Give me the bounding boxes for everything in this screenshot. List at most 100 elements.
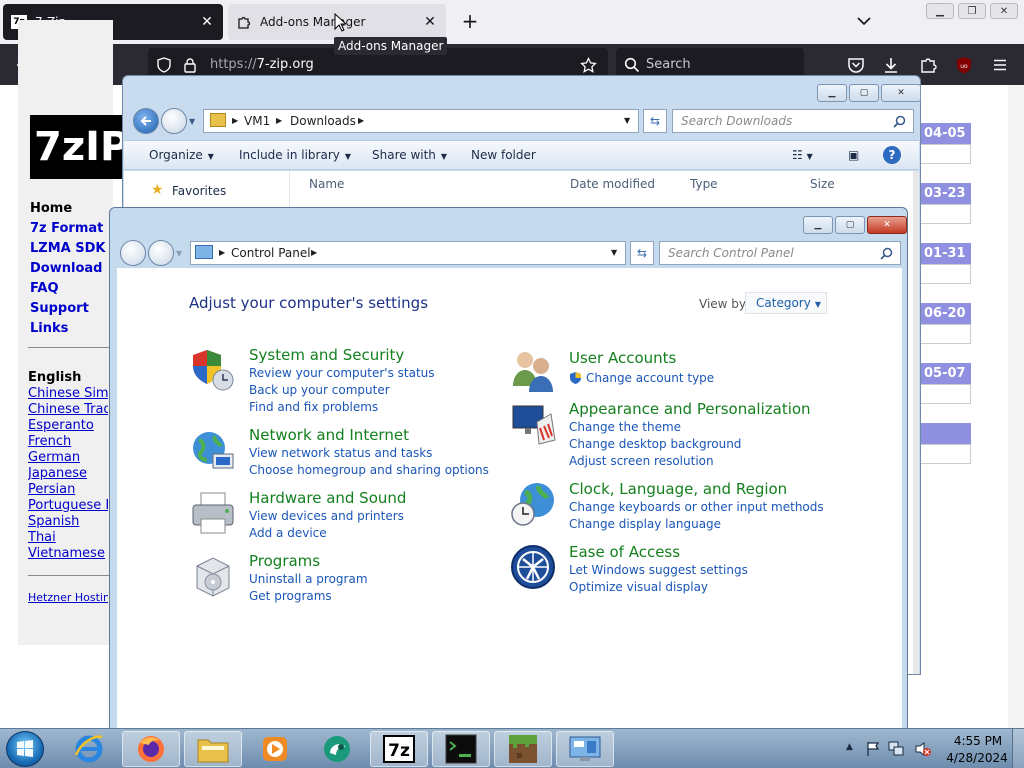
appearance-personalization-link[interactable]: Appearance and Personalization [569, 400, 811, 418]
show-desktop-button[interactable] [1012, 729, 1024, 768]
nav-link-faq[interactable]: FAQ [30, 281, 59, 296]
taskbar-7zip[interactable]: 7z [370, 731, 428, 767]
find-fix-problems-link[interactable]: Find and fix problems [249, 400, 378, 414]
address-bar[interactable]: ▶ VM1 ▶ Downloads ▶ ▼ [203, 109, 639, 133]
change-view-icon[interactable]: ☷ ▼ [792, 148, 813, 162]
language-link[interactable]: French [28, 434, 108, 449]
page-scrollbar[interactable] [1008, 85, 1024, 728]
organize-menu[interactable]: Organize ▼ [149, 148, 214, 162]
chevron-down-icon[interactable]: ▼ [624, 110, 630, 132]
nav-link-lzma-sdk[interactable]: LZMA SDK [30, 241, 105, 256]
minimize-button[interactable]: ▁ [803, 216, 833, 234]
start-button[interactable] [6, 731, 44, 767]
taskbar-windows-explorer[interactable] [184, 731, 242, 767]
suggest-settings-link[interactable]: Let Windows suggest settings [569, 563, 748, 577]
nav-link-links[interactable]: Links [30, 321, 68, 336]
search-control-panel-input[interactable]: Search Control Panel [659, 241, 901, 265]
screen-resolution-link[interactable]: Adjust screen resolution [569, 454, 714, 468]
minimize-button[interactable]: ▁ [926, 3, 954, 19]
taskbar-terminal[interactable] [432, 731, 490, 767]
nav-link-7z-format[interactable]: 7z Format [30, 221, 103, 236]
nav-link-support[interactable]: Support [30, 301, 89, 316]
recent-pages-icon[interactable]: ▼ [189, 117, 195, 126]
language-link[interactable]: Chinese Trad [28, 402, 108, 417]
taskbar-media-player[interactable] [246, 731, 304, 767]
column-header-size[interactable]: Size [810, 177, 835, 191]
close-button[interactable]: ✕ [881, 84, 921, 102]
language-link[interactable]: Spanish [28, 514, 108, 529]
optimize-visual-display-link[interactable]: Optimize visual display [569, 580, 708, 594]
network-and-internet-link[interactable]: Network and Internet [249, 426, 409, 444]
hardware-and-sound-link[interactable]: Hardware and Sound [249, 489, 406, 507]
change-background-link[interactable]: Change desktop background [569, 437, 741, 451]
refresh-button[interactable]: ⇆ [643, 109, 667, 133]
restore-button[interactable]: ❐ [958, 3, 986, 19]
change-keyboards-link[interactable]: Change keyboards or other input methods [569, 500, 824, 514]
volume-muted-icon[interactable] [914, 741, 932, 757]
change-account-type-link[interactable]: Change account type [586, 371, 714, 385]
breadcrumb-downloads[interactable]: Downloads [290, 110, 356, 132]
favorites-item[interactable]: Favorites [172, 184, 226, 198]
ublock-button[interactable]: uo [951, 52, 977, 78]
add-device-link[interactable]: Add a device [249, 526, 327, 540]
preview-pane-icon[interactable]: ▣ [848, 148, 859, 162]
language-link[interactable]: Japanese [28, 466, 108, 481]
breadcrumb-vm1[interactable]: VM1 [244, 110, 270, 132]
back-button[interactable] [120, 240, 146, 266]
ease-of-access-link[interactable]: Ease of Access [569, 543, 680, 561]
explorer-scrollbar[interactable] [913, 171, 919, 674]
nav-link-download[interactable]: Download [30, 261, 102, 276]
back-up-link[interactable]: Back up your computer [249, 383, 390, 397]
network-icon[interactable] [888, 741, 904, 757]
change-display-language-link[interactable]: Change display language [569, 517, 721, 531]
refresh-button[interactable]: ⇆ [630, 241, 654, 265]
clock-time[interactable]: 4:55 PM [950, 734, 1006, 748]
column-header-date-modified[interactable]: Date modified [570, 177, 655, 191]
maximize-button[interactable]: ▢ [849, 84, 879, 102]
language-link[interactable]: Vietnamese [28, 546, 108, 561]
new-tab-button[interactable]: + [459, 10, 481, 32]
breadcrumb-control-panel[interactable]: Control Panel [231, 242, 311, 264]
column-header-name[interactable]: Name [309, 177, 344, 191]
include-in-library-menu[interactable]: Include in library ▼ [239, 148, 351, 162]
share-with-menu[interactable]: Share with ▼ [372, 148, 447, 162]
taskbar-control-panel[interactable] [556, 731, 614, 767]
change-theme-link[interactable]: Change the theme [569, 420, 681, 434]
taskbar-firefox[interactable] [122, 731, 180, 767]
nav-link-home[interactable]: Home [30, 201, 72, 216]
close-button[interactable]: ✕ [990, 3, 1018, 19]
hosting-link[interactable]: Hetzner Hostin [28, 591, 108, 604]
uninstall-program-link[interactable]: Uninstall a program [249, 572, 368, 586]
taskbar-minecraft[interactable] [494, 731, 552, 767]
forward-button[interactable] [148, 240, 174, 266]
clock-date[interactable]: 4/28/2024 [946, 751, 1008, 765]
taskbar-green-browser[interactable] [308, 731, 366, 767]
help-icon[interactable]: ? [883, 146, 901, 164]
homegroup-sharing-link[interactable]: Choose homegroup and sharing options [249, 463, 489, 477]
devices-printers-link[interactable]: View devices and printers [249, 509, 404, 523]
language-link[interactable]: Esperanto [28, 418, 108, 433]
recent-pages-icon[interactable]: ▼ [176, 249, 182, 258]
clock-language-region-link[interactable]: Clock, Language, and Region [569, 480, 787, 498]
language-link[interactable]: German [28, 450, 108, 465]
system-and-security-link[interactable]: System and Security [249, 346, 404, 364]
view-network-status-link[interactable]: View network status and tasks [249, 446, 432, 460]
show-hidden-icons-button[interactable]: ▲ [846, 742, 853, 752]
new-folder-button[interactable]: New folder [471, 148, 536, 162]
extensions-button[interactable] [915, 52, 941, 78]
user-accounts-link[interactable]: User Accounts [569, 349, 676, 367]
language-link[interactable]: Persian [28, 482, 108, 497]
list-all-tabs-button[interactable] [855, 12, 873, 30]
close-tab-icon[interactable]: ✕ [199, 14, 215, 30]
action-center-flag-icon[interactable] [866, 741, 880, 757]
language-link[interactable]: Portuguese B [28, 498, 108, 513]
language-link[interactable]: Chinese Simp [28, 386, 108, 401]
close-tab-icon[interactable]: ✕ [422, 14, 438, 30]
address-bar[interactable]: ▶ Control Panel ▶ ▼ [190, 241, 626, 265]
search-downloads-input[interactable]: Search Downloads [672, 109, 914, 133]
minimize-button[interactable]: ▁ [817, 84, 847, 102]
get-programs-link[interactable]: Get programs [249, 589, 332, 603]
back-button[interactable] [133, 108, 159, 134]
review-status-link[interactable]: Review your computer's status [249, 366, 435, 380]
close-button[interactable]: ✕ [867, 216, 907, 234]
